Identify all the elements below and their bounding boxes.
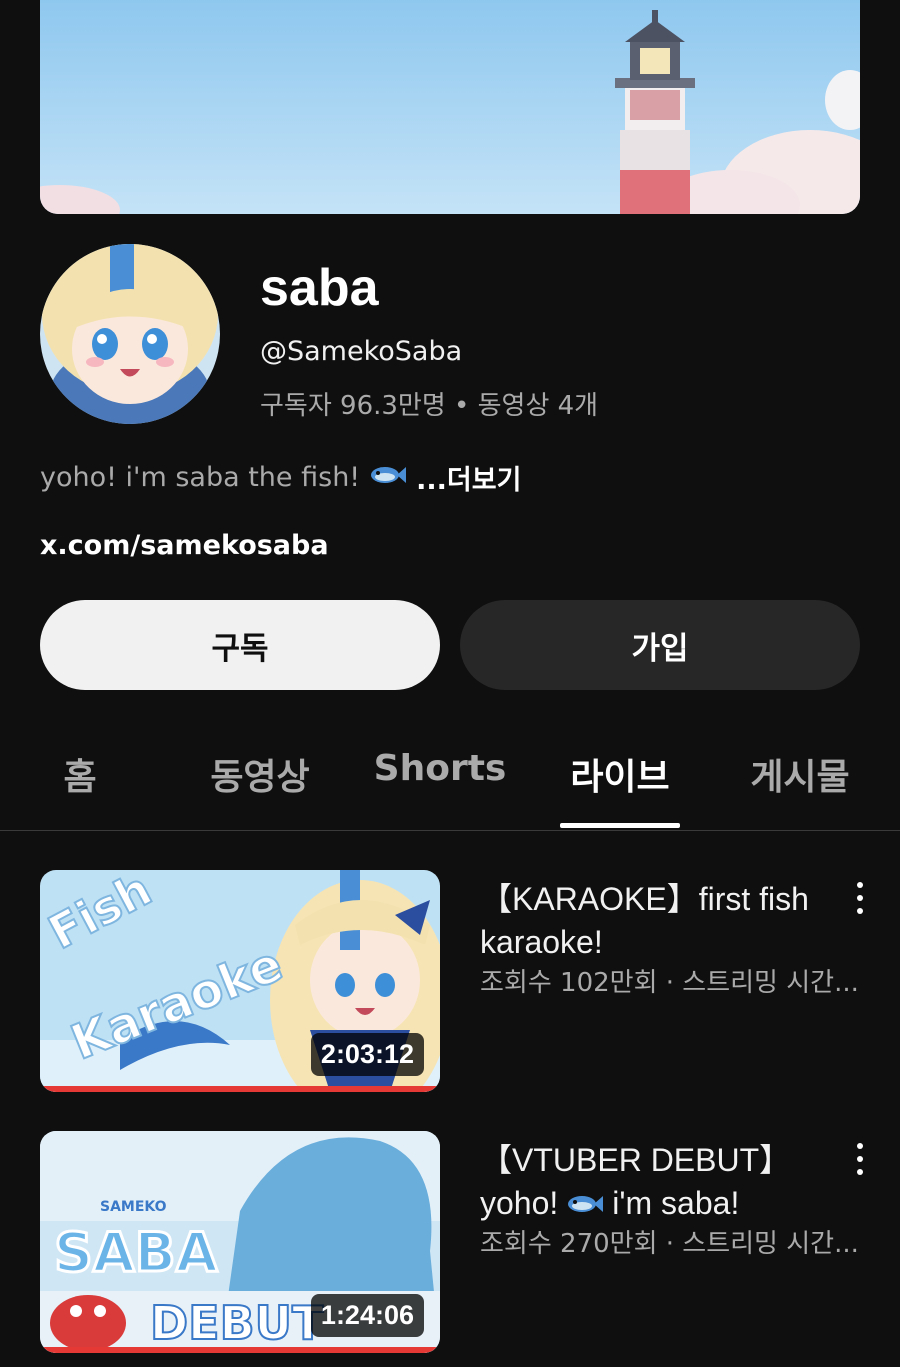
video-duration: 1:24:06 [310, 1294, 424, 1337]
watch-progress-bar [40, 1086, 440, 1092]
video-title[interactable]: 【VTUBER DEBUT】 yoho! i'm saba! [480, 1139, 840, 1225]
join-button[interactable]: 가입 [460, 600, 860, 690]
watch-progress-bar [40, 1347, 440, 1353]
description-text: yoho! i'm saba the fish! [40, 462, 361, 493]
more-options-icon[interactable] [848, 878, 872, 918]
fish-emoji-icon [566, 1193, 604, 1215]
more-link[interactable]: ...더보기 [416, 458, 521, 497]
video-meta: 조회수 102만회 · 스트리밍 시간... [480, 968, 859, 998]
tab-videos[interactable]: 동영상 [170, 748, 350, 800]
thumbnail-caption-line-3: DEBUT [150, 1296, 324, 1350]
video-title-part: yoho! [480, 1185, 559, 1221]
channel-handle: @SamekoSaba [260, 336, 463, 367]
fish-emoji-icon [370, 462, 407, 493]
video-title-part: i'm saba! [612, 1185, 740, 1221]
thumbnail-caption-line-1: SAMEKO [100, 1199, 167, 1215]
video-item[interactable]: SAMEKO SABA DEBUT 1:24:06 【VTUBER DEBUT】… [40, 1131, 900, 1353]
active-tab-indicator [560, 823, 680, 828]
channel-avatar[interactable] [40, 244, 220, 424]
tab-shorts[interactable]: Shorts [350, 748, 530, 789]
thumbnail-caption-line-2: SABA [54, 1221, 218, 1284]
tab-posts[interactable]: 게시물 [710, 748, 890, 800]
video-meta: 조회수 270만회 · 스트리밍 시간... [480, 1229, 859, 1259]
channel-tabs: 홈 동영상 Shorts 라이브 게시물 [0, 720, 900, 831]
video-duration: 2:03:12 [310, 1033, 424, 1076]
video-title[interactable]: 【KARAOKE】first fish karaoke! [480, 878, 840, 964]
more-options-icon[interactable] [848, 1139, 872, 1179]
video-thumbnail[interactable]: Fish Karaoke 2:03:12 [40, 870, 440, 1092]
channel-banner [40, 0, 860, 214]
channel-description[interactable]: yoho! i'm saba the fish! ...더보기 [40, 458, 521, 497]
tab-home[interactable]: 홈 [0, 748, 170, 800]
video-title-line-1: 【VTUBER DEBUT】 [480, 1142, 792, 1178]
video-thumbnail[interactable]: SAMEKO SABA DEBUT 1:24:06 [40, 1131, 440, 1353]
subscribe-button[interactable]: 구독 [40, 600, 440, 690]
video-title-line-2: yoho! i'm saba! [480, 1182, 840, 1225]
channel-external-link[interactable]: x.com/samekosaba [40, 530, 329, 561]
tab-live[interactable]: 라이브 [530, 748, 710, 800]
channel-stats: 구독자 96.3만명 • 동영상 4개 [260, 391, 599, 421]
video-item[interactable]: Fish Karaoke 2:03:12 【KARAOKE】first fish… [40, 870, 900, 1092]
channel-name: saba [260, 259, 379, 317]
